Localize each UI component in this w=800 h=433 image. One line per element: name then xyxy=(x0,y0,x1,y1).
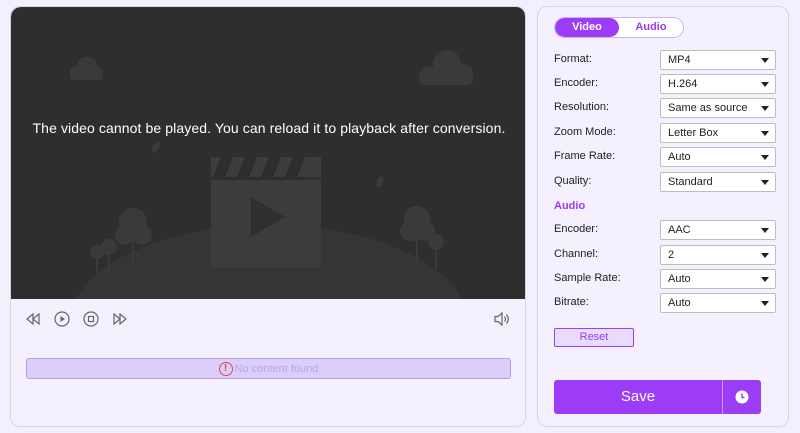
resolution-select[interactable]: Same as source xyxy=(660,98,776,118)
zoom-mode-label: Zoom Mode: xyxy=(554,126,616,138)
sample-rate-select[interactable]: Auto xyxy=(660,269,776,289)
encoder-row: Encoder: H.264 xyxy=(554,74,779,94)
resolution-row: Resolution: Same as source xyxy=(554,98,779,118)
chevron-down-icon xyxy=(761,180,769,185)
tab-audio[interactable]: Audio xyxy=(619,18,683,37)
bitrate-row: Bitrate: Auto xyxy=(554,293,779,313)
chevron-down-icon xyxy=(761,228,769,233)
video-error-message: The video cannot be played. You can relo… xyxy=(32,120,506,136)
audio-encoder-row: Encoder: AAC xyxy=(554,220,779,240)
warning-icon: ! xyxy=(218,361,233,376)
playback-controls xyxy=(11,307,525,333)
cloud-icon xyxy=(419,50,473,85)
chevron-down-icon xyxy=(761,82,769,87)
zoom-mode-select[interactable]: Letter Box xyxy=(660,123,776,143)
frame-rate-row: Frame Rate: Auto xyxy=(554,147,779,167)
channel-row: Channel: 2 xyxy=(554,245,779,265)
video-placeholder-illustration xyxy=(70,50,473,299)
quality-label: Quality: xyxy=(554,175,592,187)
bitrate-select[interactable]: Auto xyxy=(660,293,776,313)
status-text: No content found xyxy=(234,362,319,375)
player-panel: The video cannot be played. You can relo… xyxy=(10,6,526,427)
bitrate-label: Bitrate: xyxy=(554,296,589,308)
chevron-down-icon xyxy=(761,253,769,258)
encoder-label: Encoder: xyxy=(554,77,599,89)
settings-panel: Video Audio Format: MP4 Encoder: H.264 R… xyxy=(537,6,789,427)
zoom-mode-row: Zoom Mode: Letter Box xyxy=(554,123,779,143)
play-icon[interactable] xyxy=(53,310,71,328)
chevron-down-icon xyxy=(761,155,769,160)
sample-rate-label: Sample Rate: xyxy=(554,272,621,284)
channel-select[interactable]: 2 xyxy=(660,245,776,265)
tab-video[interactable]: Video xyxy=(555,18,619,37)
sample-rate-row: Sample Rate: Auto xyxy=(554,269,779,289)
next-frame-icon[interactable] xyxy=(111,310,129,328)
frame-rate-label: Frame Rate: xyxy=(554,150,616,162)
chevron-down-icon xyxy=(761,277,769,282)
audio-section-title: Audio xyxy=(554,200,586,212)
audio-encoder-label: Encoder: xyxy=(554,223,599,235)
conversion-status-bar: ! No content found xyxy=(26,358,511,379)
video-preview[interactable]: The video cannot be played. You can relo… xyxy=(11,7,525,299)
channel-label: Channel: xyxy=(554,248,599,260)
resolution-label: Resolution: xyxy=(554,101,610,113)
cloud-icon xyxy=(70,57,103,80)
chevron-down-icon xyxy=(761,131,769,136)
save-button-group: Save xyxy=(554,380,761,414)
chevron-down-icon xyxy=(761,106,769,111)
reset-button[interactable]: Reset xyxy=(554,328,634,347)
volume-icon[interactable] xyxy=(493,310,511,328)
previous-frame-icon[interactable] xyxy=(24,310,42,328)
format-row: Format: MP4 xyxy=(554,50,779,70)
settings-tab-toggle: Video Audio xyxy=(554,17,684,38)
save-button[interactable]: Save xyxy=(554,380,723,414)
audio-encoder-select[interactable]: AAC xyxy=(660,220,776,240)
frame-rate-select[interactable]: Auto xyxy=(660,147,776,167)
clapperboard-icon xyxy=(211,157,321,268)
format-label: Format: xyxy=(554,53,592,65)
chevron-down-icon xyxy=(761,58,769,63)
schedule-button[interactable] xyxy=(723,380,761,414)
quality-row: Quality: Standard xyxy=(554,172,779,192)
format-select[interactable]: MP4 xyxy=(660,50,776,70)
quality-select[interactable]: Standard xyxy=(660,172,776,192)
chevron-down-icon xyxy=(761,301,769,306)
encoder-select[interactable]: H.264 xyxy=(660,74,776,94)
clock-icon xyxy=(735,390,749,404)
stop-icon[interactable] xyxy=(82,310,100,328)
